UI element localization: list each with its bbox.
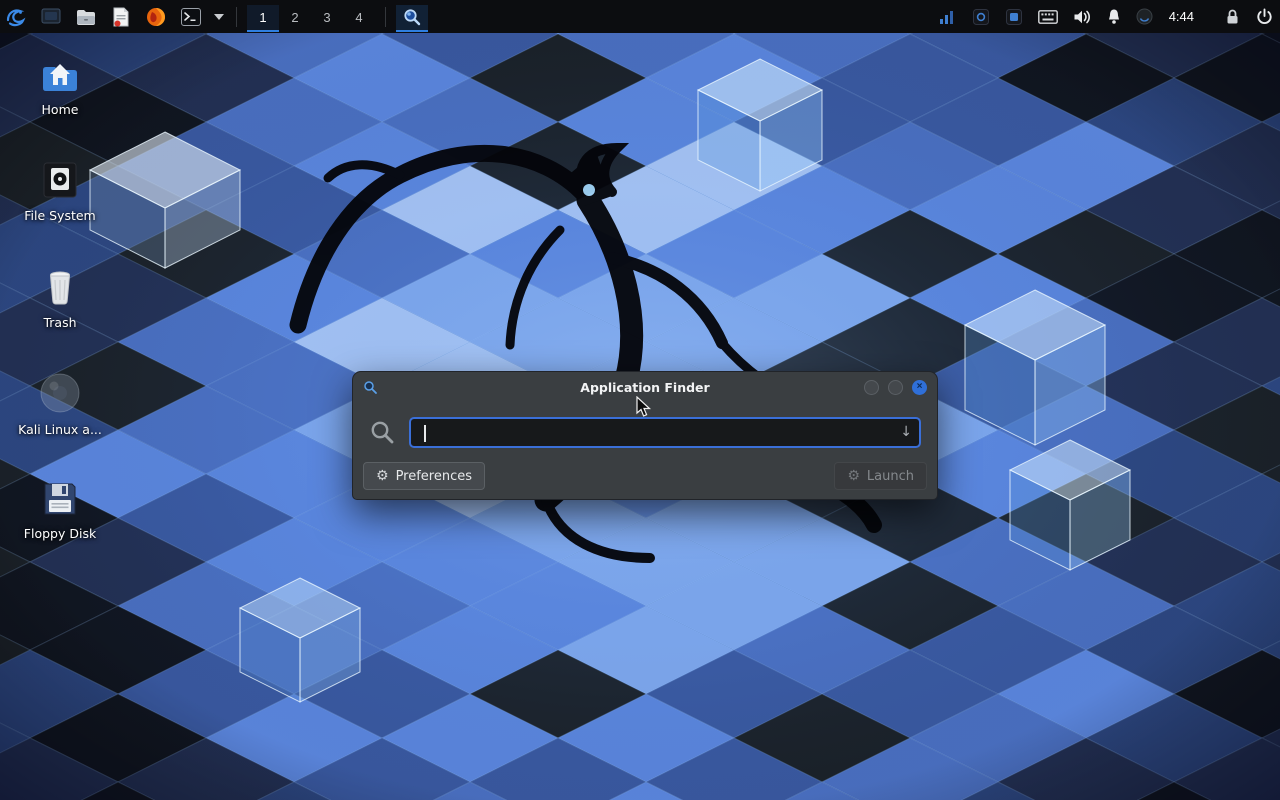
logout-button[interactable] — [1254, 3, 1274, 31]
file-system-icon — [41, 160, 79, 200]
panel-right: 4:44 — [938, 0, 1274, 33]
kali-menu-button[interactable] — [2, 3, 30, 31]
keyboard-layout-button[interactable] — [1037, 3, 1059, 31]
search-input[interactable] — [411, 419, 919, 446]
launcher-file-manager[interactable] — [72, 3, 100, 31]
keyboard-icon — [1038, 10, 1058, 24]
workspace-3[interactable]: 3 — [311, 5, 343, 32]
tray-graph-indicator[interactable] — [938, 3, 958, 31]
panel-separator — [385, 7, 386, 27]
search-dropdown-arrow-icon[interactable]: ↓ — [900, 424, 912, 440]
maximize-button[interactable] — [888, 380, 903, 395]
desktop-icon-label: Floppy Disk — [24, 526, 96, 541]
graph-icon — [939, 9, 957, 25]
kali-logo-icon — [4, 5, 28, 29]
titlebar[interactable]: Application Finder × — [353, 372, 937, 402]
search-icon — [369, 419, 395, 445]
application-finder-window: Application Finder × ↓ ⚙ Preferences ⚙ L… — [352, 371, 938, 500]
text-caret — [424, 425, 426, 442]
run-gear-icon: ⚙ — [847, 468, 860, 484]
top-panel: 1 2 3 4 — [0, 0, 1280, 33]
tray-indicator-2[interactable] — [1004, 3, 1024, 31]
firefox-icon — [145, 6, 167, 28]
tray-indicator-1[interactable] — [971, 3, 991, 31]
window-title: Application Finder — [353, 380, 937, 395]
volume-button[interactable] — [1072, 3, 1092, 31]
desktop-icon-floppy-disk[interactable]: Floppy Disk — [12, 480, 108, 541]
window-controls: × — [864, 380, 927, 395]
floppy-disk-icon — [41, 480, 79, 518]
panel-left: 1 2 3 4 — [2, 0, 428, 33]
panel-separator — [236, 7, 237, 27]
desktop-icon-file-system[interactable]: File System — [12, 160, 108, 223]
tray-icon — [1005, 8, 1023, 26]
launcher-text-editor[interactable] — [107, 3, 135, 31]
clock[interactable]: 4:44 — [1167, 3, 1196, 31]
power-icon — [1256, 8, 1273, 25]
bell-icon — [1106, 8, 1122, 25]
workspace-4[interactable]: 4 — [343, 5, 375, 32]
desktop-icon-label: File System — [24, 208, 96, 223]
button-row: ⚙ Preferences ⚙ Launch — [363, 462, 927, 490]
trash-icon — [42, 265, 78, 307]
preferences-label: Preferences — [396, 469, 472, 484]
close-button[interactable]: × — [912, 380, 927, 395]
screen-lock-button[interactable] — [1223, 3, 1241, 31]
search-field: ↓ — [409, 417, 921, 448]
clock-label: 4:44 — [1167, 9, 1196, 24]
desktop-icon-label: Kali Linux a... — [18, 422, 102, 437]
workspace-switcher: 1 2 3 4 — [247, 2, 375, 32]
text-editor-icon — [111, 6, 131, 28]
workspace-2[interactable]: 2 — [279, 5, 311, 32]
workspace-1[interactable]: 1 — [247, 5, 279, 32]
launch-button[interactable]: ⚙ Launch — [834, 462, 927, 490]
gear-icon: ⚙ — [376, 468, 389, 484]
terminal-dropdown-button[interactable] — [212, 3, 226, 31]
speaker-icon — [1073, 9, 1091, 25]
desktop-icon-label: Home — [42, 102, 79, 117]
launcher-show-desktop[interactable] — [37, 3, 65, 31]
chevron-down-icon — [214, 14, 224, 20]
desktop-icon-label: Trash — [43, 315, 76, 330]
desktop-icon-kali-volume[interactable]: Kali Linux a... — [12, 372, 108, 437]
tray-icon — [972, 8, 990, 26]
search-row: ↓ — [369, 416, 921, 448]
status-orb-button[interactable] — [1136, 3, 1154, 31]
status-orb-icon — [1136, 8, 1153, 25]
desktop-icon-trash[interactable]: Trash — [12, 265, 108, 330]
lock-icon — [1225, 8, 1240, 25]
launch-label: Launch — [867, 469, 914, 484]
desktop-icon-home[interactable]: Home — [12, 56, 108, 117]
window-icon — [40, 7, 62, 27]
terminal-icon — [180, 7, 202, 27]
launcher-terminal[interactable] — [177, 3, 205, 31]
launcher-firefox[interactable] — [142, 3, 170, 31]
taskbar-application-finder[interactable] — [396, 5, 428, 32]
file-manager-icon — [75, 7, 97, 27]
minimize-button[interactable] — [864, 380, 879, 395]
preferences-button[interactable]: ⚙ Preferences — [363, 462, 485, 490]
volume-disc-icon — [39, 372, 81, 414]
home-icon — [40, 56, 80, 94]
application-finder-icon — [402, 7, 422, 27]
notifications-button[interactable] — [1105, 3, 1123, 31]
